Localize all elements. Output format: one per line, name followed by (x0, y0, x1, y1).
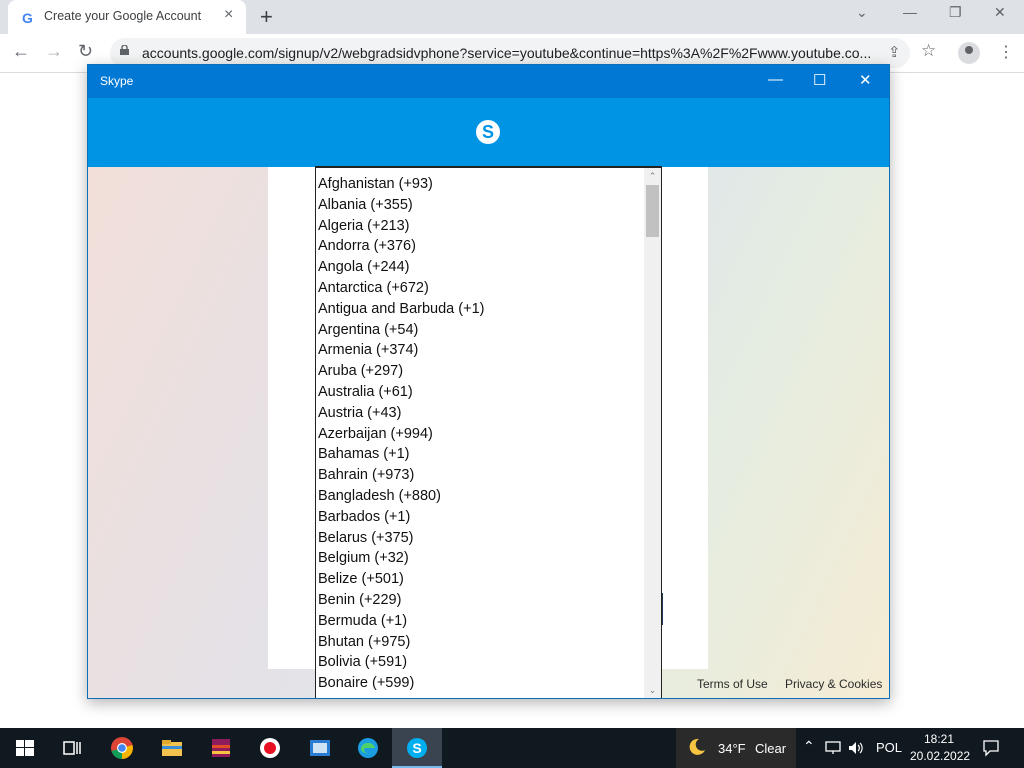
google-g-icon: G (22, 10, 33, 26)
lock-icon[interactable] (120, 45, 129, 55)
privacy-cookies-link[interactable]: Privacy & Cookies (785, 677, 882, 691)
network-icon[interactable] (824, 740, 842, 756)
country-option[interactable]: Bermuda (+1) (318, 611, 643, 632)
svg-text:S: S (412, 740, 421, 756)
close-tab-icon[interactable]: × (224, 6, 233, 24)
clock-date[interactable]: 20.02.2022 (910, 749, 970, 763)
country-option[interactable]: Bonaire (+599) (318, 673, 643, 694)
skype-icon[interactable]: S (405, 736, 429, 760)
share-icon[interactable]: ⇪ (888, 43, 901, 61)
country-option[interactable]: Belgium (+32) (318, 548, 643, 569)
file-explorer-icon[interactable] (160, 736, 184, 760)
skype-window: Skype — ☐ ✕ S Terms of Use Privacy & Coo… (87, 64, 890, 699)
skype-maximize-button[interactable]: ☐ (813, 71, 826, 89)
country-option[interactable]: Angola (+244) (318, 257, 643, 278)
skype-titlebar: Skype — ☐ ✕ (88, 65, 889, 98)
country-option[interactable]: Benin (+229) (318, 590, 643, 611)
country-option[interactable]: Albania (+355) (318, 195, 643, 216)
browser-menu-icon[interactable]: ⋮ (998, 42, 1014, 62)
browser-minimize-button[interactable]: — (903, 4, 917, 20)
record-icon[interactable] (258, 736, 282, 760)
country-option[interactable]: Bhutan (+975) (318, 632, 643, 653)
country-list: Afghanistan (+93) Albania (+355) Algeria (… (318, 174, 643, 694)
country-option[interactable]: Barbados (+1) (318, 507, 643, 528)
country-option[interactable]: Algeria (+213) (318, 216, 643, 237)
skype-window-title: Skype (100, 74, 134, 88)
weather-description: Clear (755, 741, 787, 756)
tab-create-google-account[interactable]: G Create your Google Account × (8, 0, 246, 34)
browser-tabstrip: G Create your Google Account × + ⌄ — ❐ ✕ (0, 0, 1024, 34)
scrollbar-thumb[interactable] (646, 185, 659, 237)
skype-close-button[interactable]: ✕ (859, 71, 872, 89)
url-text[interactable]: accounts.google.com/signup/v2/webgradsid… (142, 45, 877, 61)
profile-avatar[interactable] (958, 42, 980, 64)
clock-time[interactable]: 18:21 (924, 732, 954, 746)
new-tab-button[interactable]: + (260, 4, 273, 30)
terms-of-use-link[interactable]: Terms of Use (697, 677, 768, 691)
country-option[interactable]: Aruba (+297) (318, 361, 643, 382)
forward-button[interactable]: → (45, 41, 63, 62)
skype-minimize-button[interactable]: — (768, 71, 783, 88)
country-option[interactable]: Bangladesh (+880) (318, 486, 643, 507)
country-option[interactable]: Afghanistan (+93) (318, 174, 643, 195)
skype-header-bar: S (88, 98, 889, 167)
bookmark-star-icon[interactable]: ☆ (921, 41, 936, 61)
country-option[interactable]: Belize (+501) (318, 569, 643, 590)
scroll-up-icon[interactable]: ⌃ (644, 168, 661, 185)
back-button[interactable]: ← (12, 41, 30, 62)
country-option[interactable]: Andorra (+376) (318, 236, 643, 257)
windows-taskbar: S 34°F Clear ⌃ POL 18:21 20.02.2022 (0, 728, 1024, 768)
country-option[interactable]: Bolivia (+591) (318, 652, 643, 673)
notifications-icon[interactable] (982, 739, 1000, 757)
scroll-down-icon[interactable]: ⌄ (644, 682, 661, 698)
chrome-icon[interactable] (110, 736, 134, 760)
reload-button[interactable]: ↻ (78, 41, 93, 62)
tab-title: Create your Google Account (44, 9, 202, 23)
country-option[interactable]: Armenia (+374) (318, 340, 643, 361)
volume-icon[interactable] (847, 740, 865, 756)
browser-close-button[interactable]: ✕ (994, 4, 1006, 21)
skype-logo-icon: S (476, 120, 500, 144)
tab-search-icon[interactable]: ⌄ (856, 4, 868, 21)
task-view-icon[interactable] (60, 736, 84, 760)
language-indicator[interactable]: POL (876, 740, 902, 755)
country-option[interactable]: Bahrain (+973) (318, 465, 643, 486)
country-option[interactable]: Austria (+43) (318, 403, 643, 424)
country-option[interactable]: Argentina (+54) (318, 320, 643, 341)
windows-start-icon[interactable] (13, 736, 37, 760)
winrar-icon[interactable] (209, 736, 233, 760)
country-option[interactable]: Belarus (+375) (318, 528, 643, 549)
app-icon[interactable] (308, 736, 332, 760)
tray-expand-icon[interactable]: ⌃ (803, 738, 815, 755)
country-option[interactable]: Antigua and Barbuda (+1) (318, 299, 643, 320)
moon-icon (689, 738, 705, 755)
weather-widget[interactable]: 34°F Clear (676, 728, 796, 768)
weather-temperature: 34°F (718, 741, 746, 756)
country-option[interactable]: Bahamas (+1) (318, 444, 643, 465)
browser-restore-button[interactable]: ❐ (949, 4, 962, 21)
country-option[interactable]: Australia (+61) (318, 382, 643, 403)
country-option[interactable]: Antarctica (+672) (318, 278, 643, 299)
country-option[interactable]: Azerbaijan (+994) (318, 424, 643, 445)
dropdown-scrollbar[interactable]: ⌃ ⌄ (644, 168, 661, 698)
edge-icon[interactable] (356, 736, 380, 760)
country-code-dropdown[interactable]: Afghanistan (+93) Albania (+355) Algeria (… (315, 166, 662, 698)
